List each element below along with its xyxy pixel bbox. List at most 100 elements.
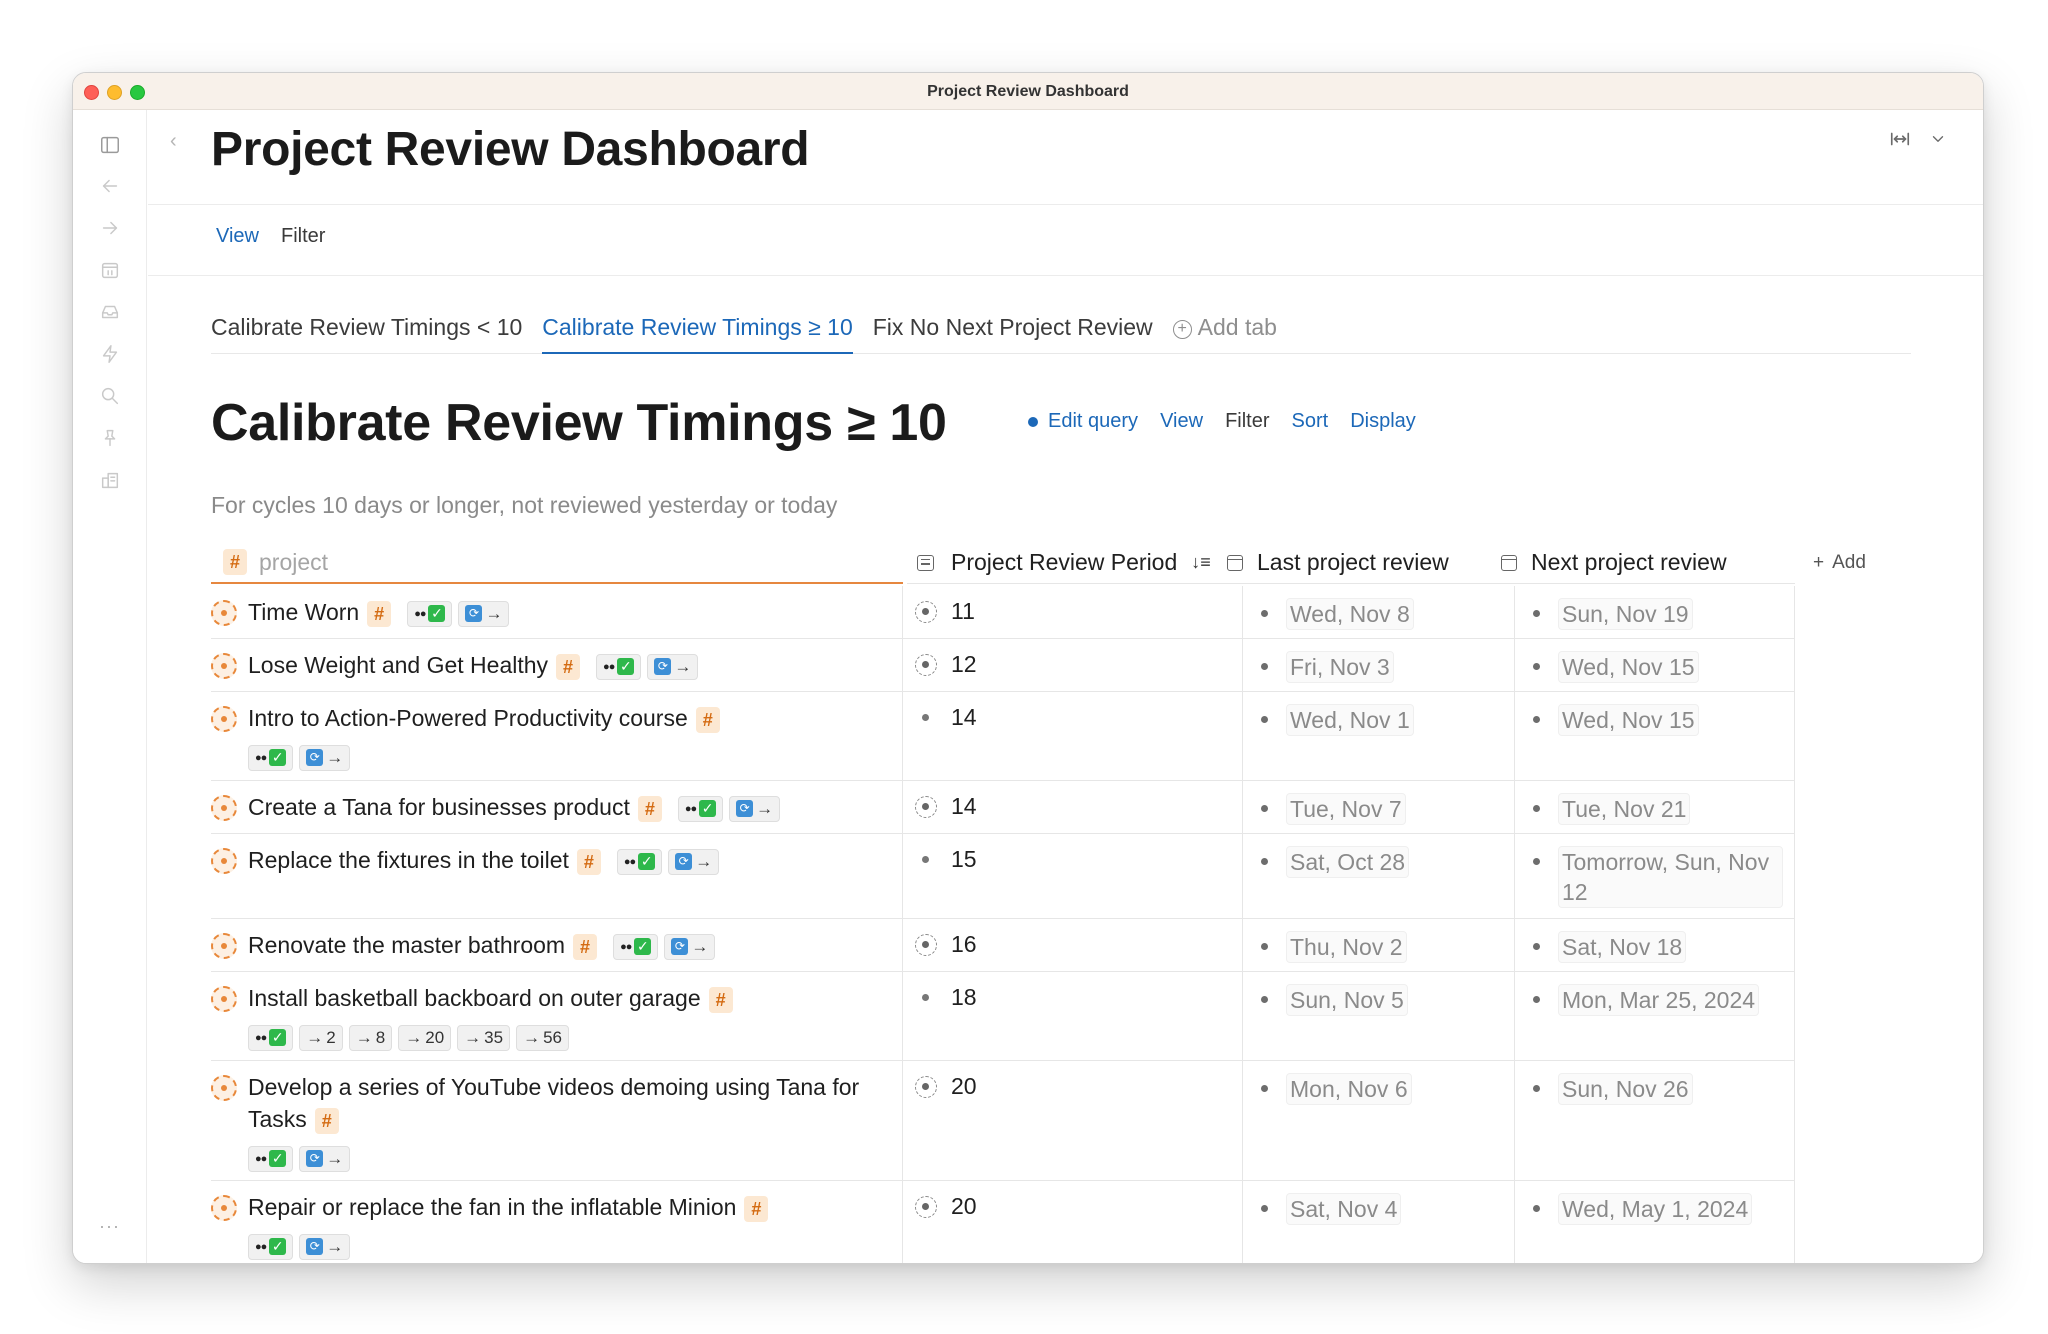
- repeat-chip[interactable]: → 56: [516, 1024, 569, 1051]
- repeat-chip[interactable]: ⟳ →: [668, 848, 720, 875]
- add-tab-button[interactable]: + Add tab: [1172, 308, 1277, 354]
- section-sort-button[interactable]: Sort: [1292, 410, 1329, 433]
- forward-arrow-icon[interactable]: [98, 216, 122, 240]
- period-cell[interactable]: 14: [903, 781, 1243, 833]
- column-header-next-review[interactable]: Next project review: [1501, 542, 1795, 584]
- table-row[interactable]: Create a Tana for businesses product # ●● ✓…: [211, 781, 1795, 834]
- tab-calibrate-under-10[interactable]: Calibrate Review Timings < 10: [211, 308, 522, 354]
- last-review-cell[interactable]: Sun, Nov 5: [1243, 972, 1515, 1060]
- repeat-chip[interactable]: → 20: [398, 1024, 452, 1051]
- project-bullet-icon[interactable]: [211, 600, 237, 626]
- tag-hash-icon[interactable]: #: [556, 653, 581, 680]
- tab-fix-no-next-review[interactable]: Fix No Next Project Review: [873, 308, 1153, 354]
- repeat-chip[interactable]: ⟳ →: [729, 795, 781, 822]
- edit-query-button[interactable]: Edit query: [1028, 410, 1138, 433]
- project-bullet-icon[interactable]: [211, 795, 237, 821]
- table-row[interactable]: Develop a series of YouTube videos demoi…: [211, 1061, 1795, 1181]
- zoom-window-button[interactable]: [130, 85, 145, 100]
- calendar-icon[interactable]: [98, 258, 122, 282]
- period-cell[interactable]: 18: [903, 972, 1243, 1060]
- last-review-cell[interactable]: Sat, Oct 28: [1243, 834, 1515, 918]
- back-arrow-icon[interactable]: [98, 174, 122, 198]
- filter-button[interactable]: Filter: [281, 225, 325, 248]
- reviewed-chip[interactable]: ●● ✓: [248, 1233, 294, 1260]
- next-review-cell[interactable]: Wed, Nov 15: [1515, 692, 1795, 780]
- last-review-cell[interactable]: Tue, Nov 7: [1243, 781, 1515, 833]
- column-header-last-review[interactable]: Last project review: [1227, 542, 1501, 584]
- next-review-cell[interactable]: Wed, May 1, 2024: [1515, 1181, 1795, 1263]
- reviewed-chip[interactable]: ●● ✓: [613, 933, 659, 960]
- pin-icon[interactable]: [98, 426, 122, 450]
- tag-hash-icon[interactable]: #: [314, 1107, 339, 1134]
- next-review-cell[interactable]: Tomorrow, Sun, Nov 12: [1515, 834, 1795, 918]
- last-review-cell[interactable]: Fri, Nov 3: [1243, 639, 1515, 691]
- period-cell[interactable]: 15: [903, 834, 1243, 918]
- project-name[interactable]: Develop a series of YouTube videos demoi…: [248, 1071, 898, 1173]
- section-view-button[interactable]: View: [1160, 410, 1203, 433]
- project-name[interactable]: Renovate the master bathroom # ●● ✓ ⟳ →: [248, 929, 898, 961]
- last-review-cell[interactable]: Sat, Nov 4: [1243, 1181, 1515, 1263]
- table-row[interactable]: Time Worn # ●● ✓ ⟳ → 11 Wed, Nov 8 Sun, Nov 1…: [211, 586, 1795, 639]
- workspace-icon[interactable]: [98, 468, 122, 492]
- project-name[interactable]: Time Worn # ●● ✓ ⟳ →: [248, 596, 898, 628]
- project-name[interactable]: Repair or replace the fan in the inflata…: [248, 1191, 898, 1261]
- repeat-chip[interactable]: ⟳ →: [458, 600, 510, 627]
- project-name[interactable]: Create a Tana for businesses product # ●● ✓…: [248, 791, 898, 823]
- project-name[interactable]: Intro to Action-Powered Productivity cou…: [248, 702, 898, 772]
- last-review-cell[interactable]: Wed, Nov 8: [1243, 586, 1515, 638]
- project-bullet-icon[interactable]: [211, 848, 237, 874]
- repeat-chip[interactable]: → 2: [299, 1024, 343, 1051]
- tag-hash-icon[interactable]: #: [744, 1195, 769, 1222]
- period-cell[interactable]: 12: [903, 639, 1243, 691]
- table-row[interactable]: Lose Weight and Get Healthy # ●● ✓ ⟳ → 12 Fri…: [211, 639, 1795, 692]
- tag-hash-icon[interactable]: #: [367, 600, 392, 627]
- column-header-project[interactable]: # project: [211, 542, 903, 584]
- last-review-cell[interactable]: Wed, Nov 1: [1243, 692, 1515, 780]
- repeat-chip[interactable]: ⟳ →: [664, 933, 716, 960]
- section-filter-button[interactable]: Filter: [1225, 410, 1269, 433]
- tag-hash-icon[interactable]: #: [576, 848, 601, 875]
- table-row[interactable]: Replace the fixtures in the toilet # ●● ✓ ⟳ →…: [211, 834, 1795, 919]
- column-header-period[interactable]: Project Review Period ↓≡: [907, 542, 1227, 584]
- collapse-chevron-icon[interactable]: ‹: [170, 130, 177, 153]
- tab-calibrate-over-10[interactable]: Calibrate Review Timings ≥ 10: [542, 308, 853, 354]
- project-bullet-icon[interactable]: [211, 706, 237, 732]
- project-bullet-icon[interactable]: [211, 1075, 237, 1101]
- repeat-chip[interactable]: → 8: [348, 1024, 393, 1051]
- project-bullet-icon[interactable]: [211, 986, 237, 1012]
- period-cell[interactable]: 20: [903, 1181, 1243, 1263]
- tag-hash-icon[interactable]: #: [573, 933, 598, 960]
- period-cell[interactable]: 20: [903, 1061, 1243, 1180]
- next-review-cell[interactable]: Wed, Nov 15: [1515, 639, 1795, 691]
- repeat-chip[interactable]: ⟳ →: [299, 744, 351, 771]
- period-cell[interactable]: 11: [903, 586, 1243, 638]
- fit-width-icon[interactable]: [1889, 128, 1911, 150]
- add-column-button[interactable]: + Add: [1813, 542, 1933, 584]
- reviewed-chip[interactable]: ●● ✓: [677, 795, 724, 822]
- tag-hash-icon[interactable]: #: [637, 795, 662, 822]
- reviewed-chip[interactable]: ●● ✓: [596, 653, 642, 680]
- next-review-cell[interactable]: Sun, Nov 26: [1515, 1061, 1795, 1180]
- table-row[interactable]: Intro to Action-Powered Productivity cou…: [211, 692, 1795, 781]
- minimize-window-button[interactable]: [107, 85, 122, 100]
- repeat-chip[interactable]: ⟳ →: [299, 1233, 351, 1260]
- view-button[interactable]: View: [216, 225, 259, 248]
- next-review-cell[interactable]: Tue, Nov 21: [1515, 781, 1795, 833]
- sort-icon[interactable]: ↓≡: [1191, 552, 1211, 573]
- next-review-cell[interactable]: Sun, Nov 19: [1515, 586, 1795, 638]
- sidebar-toggle-icon[interactable]: [98, 133, 122, 157]
- search-icon[interactable]: [98, 384, 122, 408]
- repeat-chip[interactable]: ⟳ →: [647, 653, 699, 680]
- period-cell[interactable]: 14: [903, 692, 1243, 780]
- reviewed-chip[interactable]: ●● ✓: [248, 744, 294, 771]
- lightning-icon[interactable]: [98, 342, 122, 366]
- table-row[interactable]: Install basketball backboard on outer ga…: [211, 972, 1795, 1061]
- more-icon[interactable]: ···: [99, 1216, 120, 1237]
- reviewed-chip[interactable]: ●● ✓: [616, 848, 663, 875]
- next-review-cell[interactable]: Sat, Nov 18: [1515, 919, 1795, 971]
- inbox-icon[interactable]: [98, 300, 122, 324]
- project-name[interactable]: Install basketball backboard on outer ga…: [248, 982, 898, 1052]
- last-review-cell[interactable]: Thu, Nov 2: [1243, 919, 1515, 971]
- project-name[interactable]: Replace the fixtures in the toilet # ●● ✓ ⟳ →: [248, 844, 898, 876]
- tag-hash-icon[interactable]: #: [708, 986, 733, 1013]
